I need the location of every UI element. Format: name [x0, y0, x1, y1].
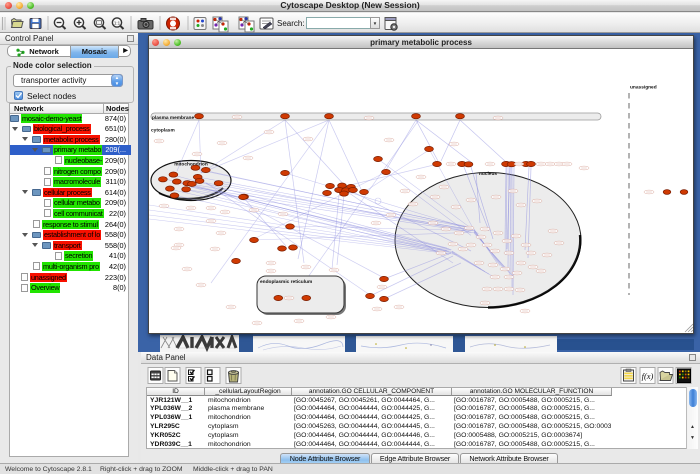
- svg-text:endoplasmic reticulum: endoplasmic reticulum: [260, 279, 312, 285]
- svg-text:f(x): f(x): [642, 371, 654, 381]
- svg-text:nucleus: nucleus: [479, 171, 497, 177]
- svg-text:unassigned: unassigned: [630, 85, 657, 91]
- svg-text:cytoplasm: cytoplasm: [151, 128, 175, 134]
- svg-text:1:1: 1:1: [114, 20, 121, 25]
- svg-text:plasma membrane: plasma membrane: [152, 115, 194, 121]
